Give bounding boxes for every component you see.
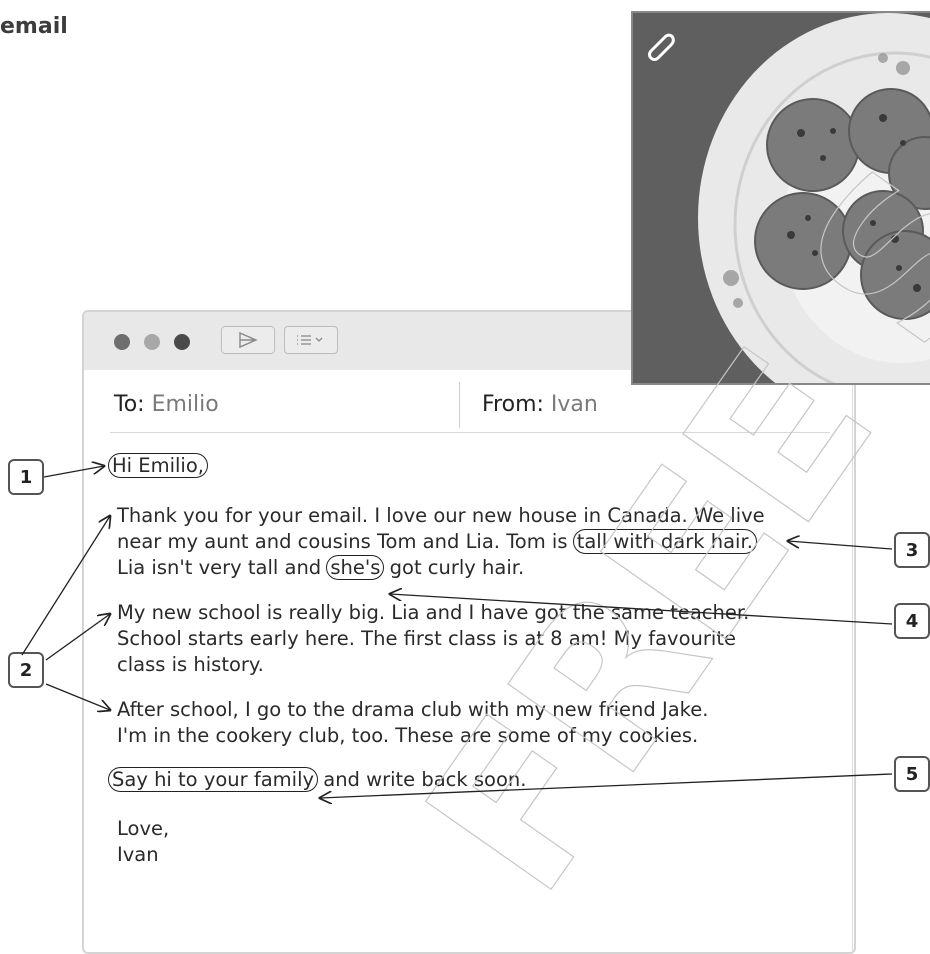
sidebar-divider bbox=[852, 370, 853, 952]
p4-circled: Say hi to your family bbox=[108, 767, 319, 792]
p1-line2-text: near my aunt and cousins Tom and Lia. To… bbox=[117, 530, 574, 553]
greeting-circled: Hi Emilio, bbox=[108, 453, 208, 478]
send-button[interactable] bbox=[221, 326, 275, 354]
signoff: Love, bbox=[117, 817, 170, 840]
p4-line: Say hi to your family and write back soo… bbox=[108, 767, 527, 792]
header-divider bbox=[459, 382, 460, 428]
signature: Ivan bbox=[117, 843, 159, 866]
p1-line3-post: got curly hair. bbox=[383, 556, 525, 579]
p2-line2: School starts early here. The first clas… bbox=[117, 627, 736, 650]
annotation-1: 1 bbox=[8, 459, 44, 495]
to-label: To: bbox=[114, 392, 145, 417]
list-chevron-icon bbox=[297, 335, 323, 345]
from-value: Ivan bbox=[550, 392, 598, 417]
p2-line1: My new school is really big. Lia and I h… bbox=[117, 601, 750, 624]
page-title: email bbox=[0, 14, 68, 39]
to-field[interactable]: To: Emilio bbox=[114, 392, 219, 417]
send-icon bbox=[239, 331, 258, 349]
to-value: Emilio bbox=[151, 392, 219, 417]
annotation-5: 5 bbox=[894, 756, 930, 792]
p1-line3: Lia isn't very tall and she's got curly … bbox=[117, 555, 524, 580]
paperclip-icon bbox=[648, 33, 675, 61]
list-options-button[interactable] bbox=[284, 326, 338, 354]
p1-line2: near my aunt and cousins Tom and Lia. To… bbox=[117, 529, 757, 554]
minimize-dot[interactable] bbox=[144, 334, 160, 350]
p3-line1: After school, I go to the drama club wit… bbox=[117, 698, 709, 721]
p4-post: and write back soon. bbox=[317, 768, 527, 791]
p3-line2: I'm in the cookery club, too. These are … bbox=[117, 724, 699, 747]
annotation-2: 2 bbox=[8, 652, 44, 688]
annotation-3: 3 bbox=[894, 532, 930, 568]
annotation-4: 4 bbox=[894, 603, 930, 639]
close-dot[interactable] bbox=[114, 334, 130, 350]
cookies-photo bbox=[633, 13, 930, 383]
p1-line3-circled: she's bbox=[326, 555, 385, 580]
greeting-line: Hi Emilio, bbox=[108, 453, 208, 478]
p1-line2-circled: tall with dark hair. bbox=[572, 529, 757, 554]
zoom-dot[interactable] bbox=[174, 334, 190, 350]
from-field[interactable]: From: Ivan bbox=[482, 392, 598, 417]
p1-line1: Thank you for your email. I love our new… bbox=[117, 504, 765, 527]
p2-line3: class is history. bbox=[117, 653, 264, 676]
header-rule bbox=[110, 432, 830, 433]
attachment-photo[interactable] bbox=[631, 11, 930, 385]
from-label: From: bbox=[482, 392, 544, 417]
p1-line3-text: Lia isn't very tall and bbox=[117, 556, 328, 579]
